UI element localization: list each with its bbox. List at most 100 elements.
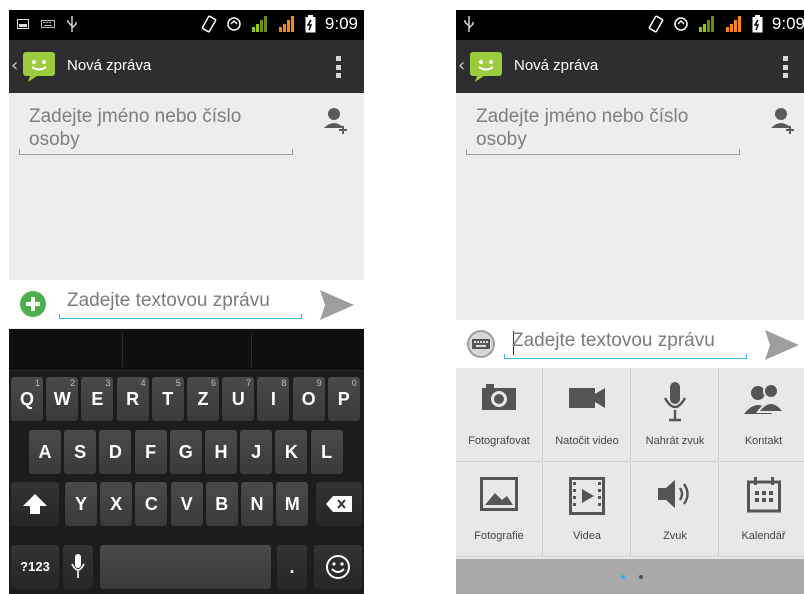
camera-icon: [482, 384, 516, 410]
key-q[interactable]: Q1: [11, 377, 43, 421]
backspace-key[interactable]: [316, 482, 362, 526]
overflow-menu-icon[interactable]: [783, 56, 789, 78]
shift-key[interactable]: [11, 482, 59, 526]
smiley-icon: [326, 555, 350, 579]
key-l[interactable]: L: [310, 430, 343, 474]
recipient-placeholder: Zadejte jméno nebo číslo osoby: [476, 106, 689, 150]
add-contact-icon[interactable]: [771, 106, 797, 134]
overflow-menu-icon[interactable]: [336, 56, 342, 78]
key-a[interactable]: A: [29, 430, 61, 474]
attach-contact[interactable]: Kontakt: [720, 368, 804, 462]
period-key[interactable]: .: [277, 545, 307, 589]
emoji-key[interactable]: [314, 545, 362, 589]
attach-record-video[interactable]: Natočit video: [544, 368, 631, 462]
signal-sim2-icon: [278, 16, 294, 32]
video-camera-icon: [569, 388, 605, 408]
key-p[interactable]: P0: [327, 377, 360, 421]
clock: 9:09: [771, 14, 804, 33]
compose-bar: Zadejte textovou zprávu: [456, 320, 804, 368]
key-y[interactable]: Y: [65, 482, 97, 526]
attach-take-photo[interactable]: Fotografovat: [456, 368, 543, 462]
key-i[interactable]: I8: [257, 377, 290, 421]
clock: 9:09: [324, 14, 358, 33]
key-b[interactable]: B: [205, 482, 238, 526]
recipient-placeholder: Zadejte jméno nebo číslo osoby: [29, 106, 242, 150]
phone-right-screen: 9:09 ‹ Nová zpráva Zadejte jméno nebo čí…: [456, 10, 804, 594]
message-placeholder: Zadejte textovou zprávu: [67, 290, 270, 311]
key-n[interactable]: N: [241, 482, 273, 526]
speaker-icon: [658, 480, 689, 508]
key-k[interactable]: K: [275, 430, 308, 474]
message-input[interactable]: Zadejte textovou zprávu: [504, 329, 747, 359]
microphone-icon: [71, 554, 85, 578]
action-bar: ‹ Nová zpráva: [456, 40, 804, 93]
voice-input-key[interactable]: [63, 545, 93, 589]
key-r[interactable]: R4: [116, 377, 149, 421]
page-indicator: [456, 559, 804, 594]
key-e[interactable]: E3: [81, 377, 114, 421]
contact-icon: [743, 383, 784, 414]
key-d[interactable]: D: [99, 430, 132, 474]
message-placeholder: Zadejte textovou zprávu: [512, 330, 715, 351]
attach-pictures[interactable]: Fotografie: [456, 463, 543, 557]
key-m[interactable]: M: [276, 482, 309, 526]
attach-sound[interactable]: Zvuk: [632, 463, 719, 557]
key-w[interactable]: W2: [46, 377, 79, 421]
key-g[interactable]: G: [169, 430, 202, 474]
recipient-field[interactable]: Zadejte jméno nebo číslo osoby: [19, 105, 293, 155]
auto-rotate-icon: [201, 15, 217, 33]
calendar-icon: [746, 477, 781, 513]
back-chevron-icon[interactable]: ‹: [458, 55, 465, 76]
usb-icon: [67, 16, 77, 32]
key-u[interactable]: U7: [222, 377, 255, 421]
soft-keyboard: Q1W2E3R4T5Z6U7I8O9P0 ASDFGHJKL YXCVBNM ?…: [9, 329, 364, 594]
key-h[interactable]: H: [205, 430, 237, 474]
attach-calendar[interactable]: Kalendář: [720, 463, 804, 557]
compose-bar: Zadejte textovou zprávu: [9, 280, 364, 328]
symbols-key[interactable]: ?123: [11, 545, 59, 589]
attachment-panel: Fotografovat Natočit video Nahrát zvuk K…: [456, 368, 804, 559]
backspace-icon: [326, 496, 352, 512]
key-x[interactable]: X: [100, 482, 133, 526]
page-dot-active: [621, 575, 625, 579]
messaging-app-icon[interactable]: [22, 51, 56, 83]
key-f[interactable]: F: [134, 430, 167, 474]
attach-record-audio[interactable]: Nahrát zvuk: [632, 368, 719, 462]
key-v[interactable]: V: [170, 482, 203, 526]
status-bar: 9:09: [9, 10, 364, 40]
phone-left-screen: 9:09 ‹ Nová zpráva Zadejte jméno nebo čí…: [9, 10, 364, 594]
signal-sim2-icon: [725, 16, 741, 32]
page-dot: [639, 575, 643, 579]
key-z[interactable]: Z6: [187, 377, 219, 421]
battery-icon: [305, 15, 316, 33]
keyboard-toggle-icon[interactable]: [466, 329, 496, 359]
send-icon[interactable]: [319, 289, 355, 321]
back-chevron-icon[interactable]: ‹: [11, 55, 18, 76]
space-key[interactable]: [100, 545, 271, 589]
film-icon: [569, 477, 605, 515]
battery-icon: [752, 15, 763, 33]
key-t[interactable]: T5: [151, 377, 184, 421]
status-bar: 9:09: [456, 10, 804, 40]
key-c[interactable]: C: [135, 482, 168, 526]
data-sync-icon: [674, 17, 688, 31]
action-bar: ‹ Nová zpráva: [9, 40, 364, 93]
add-attachment-icon[interactable]: [19, 290, 47, 318]
attach-videos[interactable]: Videa: [544, 463, 631, 557]
keyboard-notification-icon: [41, 20, 55, 28]
microphone-icon: [663, 382, 687, 422]
add-contact-icon[interactable]: [324, 106, 350, 134]
recipient-field[interactable]: Zadejte jméno nebo číslo osoby: [466, 105, 740, 155]
key-j[interactable]: J: [240, 430, 273, 474]
key-s[interactable]: S: [64, 430, 97, 474]
signal-sim1-icon: [698, 16, 714, 32]
signal-sim1-icon: [251, 16, 267, 32]
send-icon[interactable]: [764, 329, 800, 361]
auto-rotate-icon: [648, 15, 664, 33]
screenshot-icon: [17, 19, 29, 29]
key-o[interactable]: O9: [292, 377, 325, 421]
screen-title: Nová zpráva: [67, 57, 152, 74]
messaging-app-icon[interactable]: [469, 51, 503, 83]
message-input[interactable]: Zadejte textovou zprávu: [59, 289, 302, 319]
suggestion-strip: [9, 329, 364, 371]
